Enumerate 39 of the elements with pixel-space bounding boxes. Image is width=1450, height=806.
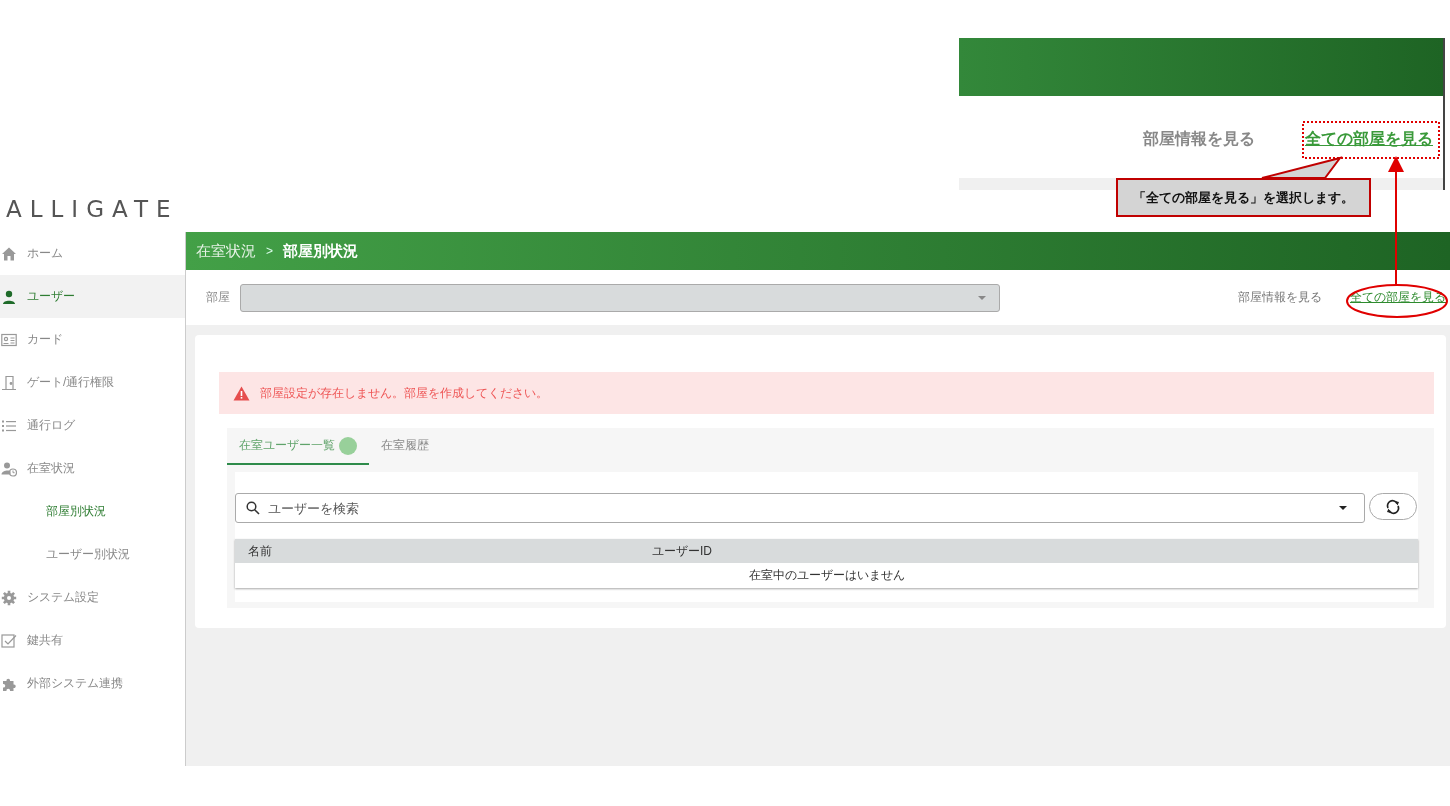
search-icon (246, 501, 260, 515)
home-icon (1, 245, 17, 262)
breadcrumb-link[interactable]: 在室状況 (196, 241, 256, 261)
nav-item[interactable]: ユーザー (0, 275, 185, 318)
warning-icon (233, 385, 250, 401)
logo: ALLIGATE (6, 196, 179, 222)
room-info-link[interactable]: 部屋情報を見る (1143, 128, 1255, 150)
checkbox-icon (1, 632, 17, 649)
column-header: 名前 (248, 542, 273, 560)
nav-item[interactable]: 通行ログ (0, 404, 185, 447)
nav-item[interactable]: 在室状況 (0, 447, 185, 490)
refresh-button[interactable] (1369, 493, 1417, 520)
nav-item[interactable]: ホーム (0, 232, 185, 275)
door-icon (1, 374, 17, 391)
search-bar[interactable]: ユーザーを検索 (235, 493, 1365, 523)
nav-item[interactable]: カード (0, 318, 185, 361)
nav-item[interactable]: 外部システム連携 (0, 662, 185, 705)
nav-subitem[interactable]: 部屋別状況 (0, 490, 185, 533)
nav-item[interactable]: 鍵共有 (0, 619, 185, 662)
refresh-icon (1385, 498, 1401, 515)
breadcrumb-separator: > (266, 244, 273, 258)
id-card-icon (1, 331, 17, 348)
caret-icon (1338, 505, 1348, 511)
nav-item[interactable]: システム設定 (0, 576, 185, 619)
person-clock-icon (1, 460, 17, 477)
nav-item[interactable]: ゲート/通行権限 (0, 361, 185, 404)
tab[interactable]: 在室ユーザー一覧 (227, 428, 369, 465)
empty-message: 在室中のユーザーはいません (747, 567, 906, 584)
search-input[interactable]: ユーザーを検索 (266, 499, 1332, 517)
all-rooms-link[interactable]: 全ての部屋を見る (1305, 128, 1433, 150)
column-header: ユーザーID (652, 542, 713, 560)
field-label: 部屋 (206, 289, 231, 306)
room-info-link[interactable]: 部屋情報を見る (1238, 289, 1322, 306)
nav-subitem[interactable]: ユーザー別状況 (0, 533, 185, 576)
page-title: 部屋別状況 (283, 241, 358, 261)
caret-icon (977, 294, 987, 301)
person-icon (1, 288, 17, 305)
tab[interactable]: 在室履歴 (369, 428, 441, 465)
alert-message: 部屋設定が存在しません。部屋を作成してください。 (260, 384, 548, 402)
